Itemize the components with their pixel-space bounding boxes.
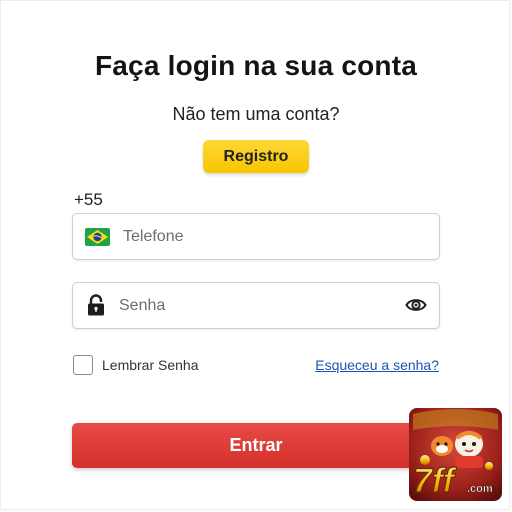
password-field[interactable]	[72, 282, 440, 329]
register-button[interactable]: Registro	[203, 140, 309, 173]
remember-label: Lembrar Senha	[102, 357, 199, 373]
lock-icon	[88, 294, 104, 316]
logo-digit: 7ff	[413, 462, 458, 500]
forgot-password-link[interactable]: Esqueceu a senha?	[315, 357, 439, 373]
eye-icon[interactable]	[405, 296, 427, 314]
password-input[interactable]	[119, 283, 395, 328]
phone-field[interactable]	[72, 213, 440, 260]
no-account-text: Não tem uma conta?	[172, 104, 340, 124]
submit-button[interactable]: Entrar	[72, 423, 440, 468]
remember-checkbox[interactable]	[73, 355, 93, 375]
page-title: Faça login na sua conta	[94, 50, 417, 81]
brazil-flag-icon	[85, 228, 110, 246]
country-code-label: +55	[74, 190, 103, 209]
phone-input[interactable]	[123, 214, 427, 259]
logo-domain: .com	[467, 483, 493, 495]
brand-logo: 7ff .com	[409, 408, 502, 501]
